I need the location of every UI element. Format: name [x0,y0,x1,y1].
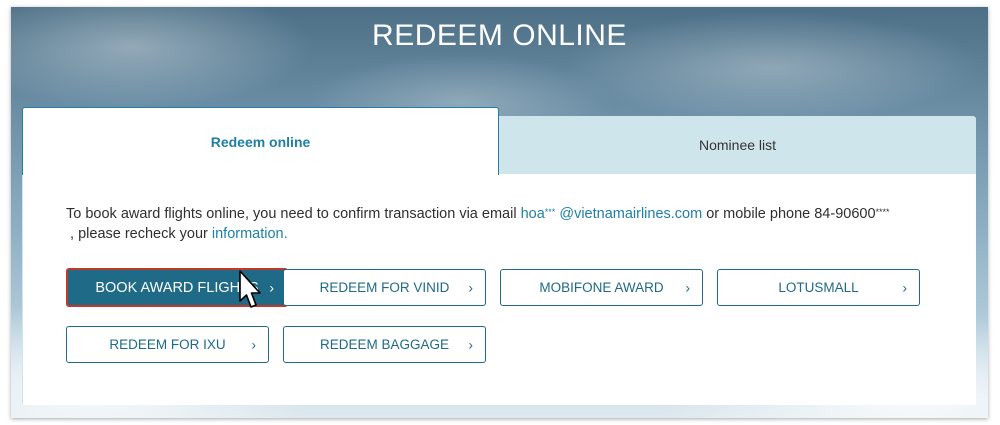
lotusmall-button[interactable]: LOTUSMALL › [717,269,920,306]
message-text-recheck: , please recheck your [70,226,208,242]
redeem-online-banner: REDEEM ONLINE Redeem online Nominee list… [11,7,988,418]
mobifone-award-button[interactable]: MOBIFONE AWARD › [500,269,703,306]
email-domain: @vietnamairlines.com [559,206,703,222]
email-mask: *** [544,207,556,217]
email-prefix: hoa [520,206,545,222]
book-award-flights-label: BOOK AWARD FLIGHTS [95,279,259,296]
mouse-pointer-icon [239,270,261,308]
chevron-right-icon: › [902,279,907,296]
phone-mask: **** [875,207,890,217]
tab-redeem-online[interactable]: Redeem online [22,107,499,175]
chevron-right-icon: › [685,279,690,296]
email-link[interactable]: hoa*** @vietnamairlines.com [521,206,703,222]
redeem-panel: Redeem online Nominee list To book award… [22,107,976,405]
page-title: REDEEM ONLINE [372,19,627,52]
tab-content: To book award flights online, you need t… [22,174,976,405]
redeem-for-ixu-label: REDEEM FOR IXU [109,337,226,352]
lotusmall-label: LOTUSMALL [778,280,859,295]
message-text-intro: To book award flights online, you need t… [66,206,517,222]
mobifone-award-label: MOBIFONE AWARD [539,280,664,295]
redeem-for-vinid-button[interactable]: REDEEM FOR VINID › [283,269,486,306]
redeem-for-vinid-label: REDEEM FOR VINID [319,280,450,295]
message-text-phone: or mobile phone 84-90600 [706,206,876,222]
redeem-baggage-button[interactable]: REDEEM BAGGAGE › [283,326,486,363]
redeem-baggage-label: REDEEM BAGGAGE [319,337,450,352]
confirmation-message: To book award flights online, you need t… [66,202,896,244]
tab-nominee-list-label: Nominee list [698,137,777,153]
chevron-right-icon: › [468,279,473,296]
chevron-right-icon: › [269,279,274,296]
chevron-right-icon: › [251,336,256,353]
redeem-for-ixu-button[interactable]: REDEEM FOR IXU › [66,326,269,363]
information-link[interactable]: information. [212,226,288,242]
tab-redeem-online-label: Redeem online [210,133,311,150]
chevron-right-icon: › [468,336,473,353]
tab-nominee-list[interactable]: Nominee list [499,116,976,174]
